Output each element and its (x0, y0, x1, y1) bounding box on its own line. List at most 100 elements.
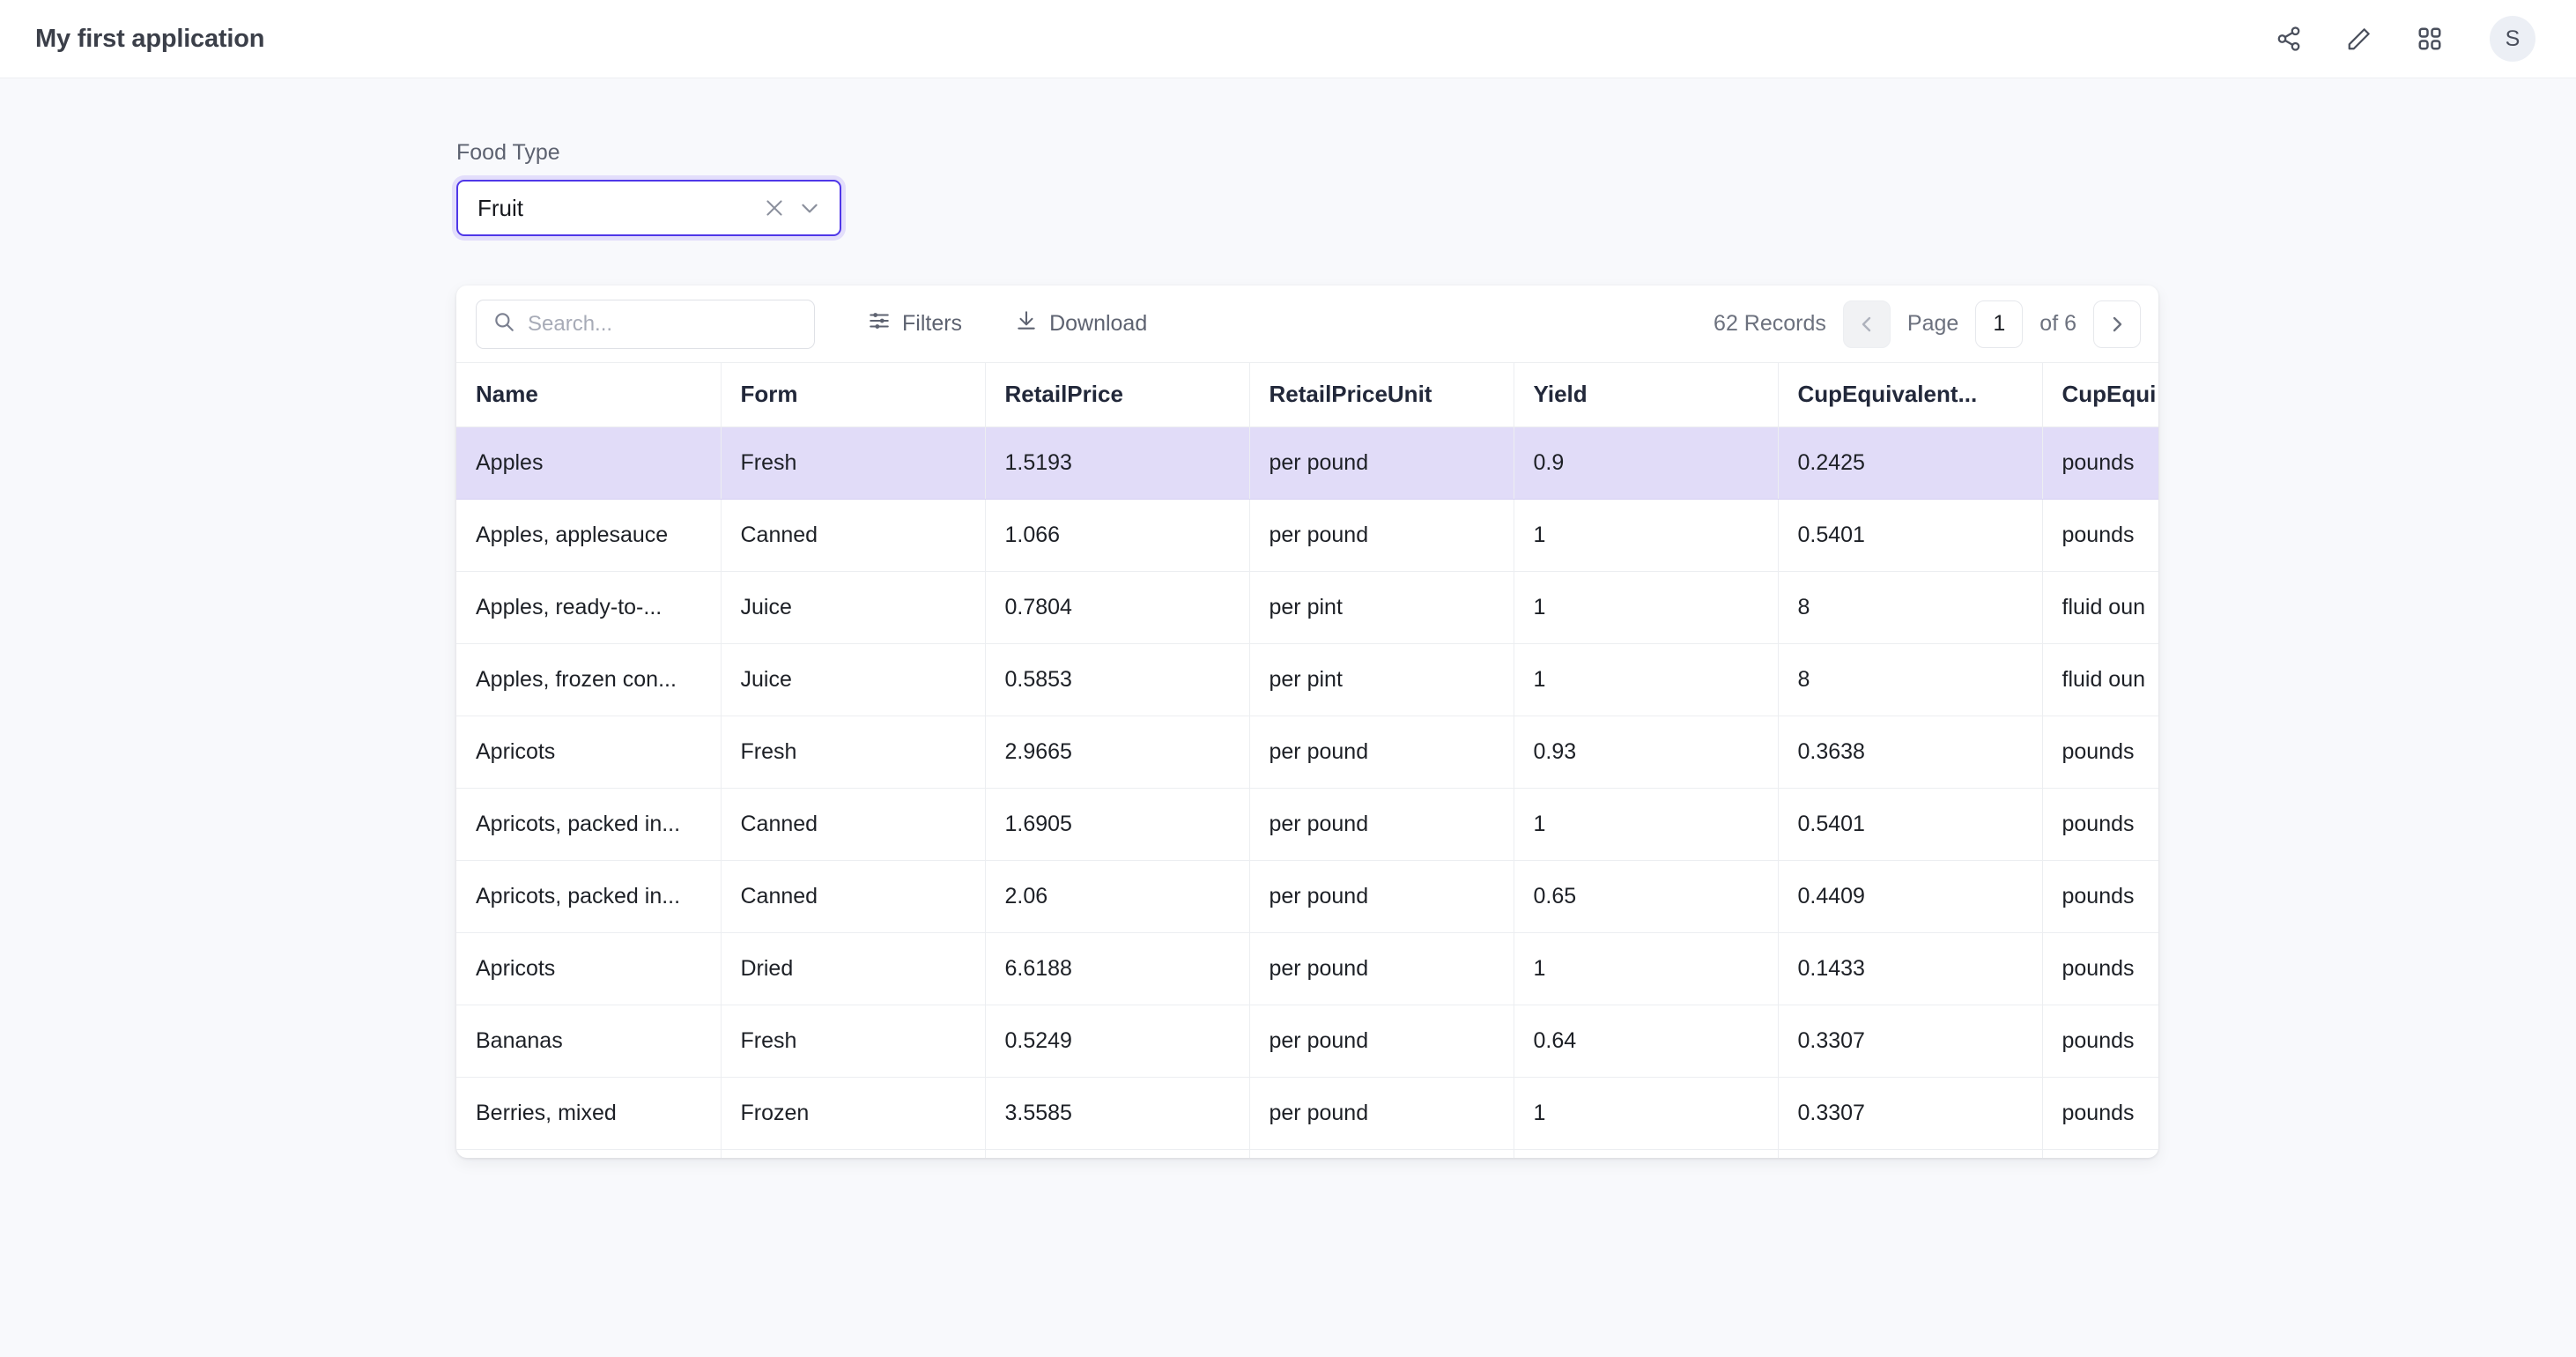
table-cell[interactable] (1778, 1149, 2043, 1158)
table-cell[interactable]: pounds (2042, 499, 2158, 572)
table-cell[interactable]: 6.6188 (985, 932, 1250, 1005)
table-cell[interactable]: 1 (1514, 499, 1779, 572)
table-cell[interactable] (2042, 1149, 2158, 1158)
table-cell[interactable]: pounds (2042, 788, 2158, 861)
table-cell[interactable]: Berries, mixed (456, 1077, 722, 1150)
next-page-button[interactable] (2093, 300, 2141, 348)
apps-grid-icon[interactable] (2412, 21, 2447, 56)
table-cell[interactable]: pounds (2042, 716, 2158, 789)
table-cell[interactable]: Bananas (456, 1005, 722, 1078)
table-row[interactable]: Apricots Dried 6.6188 per pound 1 0.1433 pound… (456, 932, 2158, 1005)
table-cell[interactable]: pounds (2042, 1077, 2158, 1150)
table-cell[interactable]: 0.5401 (1778, 788, 2043, 861)
table-cell[interactable]: 0.3307 (1778, 1005, 2043, 1078)
table-row[interactable] (456, 1149, 2158, 1158)
column-header[interactable]: CupEqui (2042, 363, 2158, 427)
table-row[interactable]: Apricots, packed in... Canned 2.06 per poun… (456, 860, 2158, 933)
table-cell[interactable]: 0.5853 (985, 643, 1250, 716)
table-cell[interactable]: 0.93 (1514, 716, 1779, 789)
table-cell[interactable]: 0.65 (1514, 860, 1779, 933)
table-cell[interactable]: Apricots (456, 932, 722, 1005)
table-cell[interactable]: 1 (1514, 571, 1779, 644)
edit-pencil-icon[interactable] (2342, 21, 2377, 56)
table-cell[interactable]: per pound (1249, 932, 1514, 1005)
table-cell[interactable]: per pint (1249, 643, 1514, 716)
table-cell[interactable]: 8 (1778, 643, 2043, 716)
table-cell[interactable]: 0.5401 (1778, 499, 2043, 572)
table-cell[interactable]: Apricots (456, 716, 722, 789)
table-cell[interactable]: Frozen (721, 1077, 986, 1150)
table-cell[interactable] (1514, 1149, 1779, 1158)
table-cell[interactable]: 1.6905 (985, 788, 1250, 861)
table-cell[interactable]: 8 (1778, 571, 2043, 644)
table-cell[interactable]: per pound (1249, 1077, 1514, 1150)
column-header[interactable]: CupEquivalent... (1778, 363, 2043, 427)
table-cell[interactable]: Fresh (721, 716, 986, 789)
table-cell[interactable]: per pint (1249, 571, 1514, 644)
table-cell[interactable]: per pound (1249, 426, 1514, 500)
table-cell[interactable] (985, 1149, 1250, 1158)
table-cell[interactable]: 0.3638 (1778, 716, 2043, 789)
table-cell[interactable]: per pound (1249, 499, 1514, 572)
table-cell[interactable]: Apples (456, 426, 722, 500)
column-header[interactable]: RetailPrice (985, 363, 1250, 427)
table-row[interactable]: Bananas Fresh 0.5249 per pound 0.64 0.3307 pou… (456, 1005, 2158, 1078)
table-row[interactable]: Apples, ready-to-... Juice 0.7804 per pint 1… (456, 571, 2158, 644)
table-cell[interactable]: 0.4409 (1778, 860, 2043, 933)
table-row[interactable]: Apples Fresh 1.5193 per pound 0.9 0.2425 pound… (456, 426, 2158, 500)
table-cell[interactable]: pounds (2042, 1005, 2158, 1078)
table-cell[interactable]: Fresh (721, 426, 986, 500)
food-type-select[interactable]: Fruit (456, 180, 841, 236)
avatar[interactable]: S (2490, 16, 2535, 62)
chevron-down-icon[interactable] (792, 190, 827, 226)
table-cell[interactable]: 2.06 (985, 860, 1250, 933)
table-cell[interactable]: 0.3307 (1778, 1077, 2043, 1150)
table-cell[interactable]: per pound (1249, 860, 1514, 933)
table-cell[interactable]: Juice (721, 571, 986, 644)
table-cell[interactable]: pounds (2042, 932, 2158, 1005)
column-header[interactable]: Yield (1514, 363, 1779, 427)
table-cell[interactable]: 0.7804 (985, 571, 1250, 644)
table-row[interactable]: Apricots Fresh 2.9665 per pound 0.93 0.3638 po… (456, 716, 2158, 789)
share-icon[interactable] (2271, 21, 2306, 56)
table-cell[interactable]: fluid oun (2042, 571, 2158, 644)
table-cell[interactable]: 1 (1514, 788, 1779, 861)
table-cell[interactable]: 0.5249 (985, 1005, 1250, 1078)
table-cell[interactable]: fluid oun (2042, 643, 2158, 716)
table-cell[interactable] (721, 1149, 986, 1158)
table-cell[interactable]: per pound (1249, 716, 1514, 789)
table-cell[interactable] (456, 1149, 722, 1158)
table-cell[interactable]: Apples, applesauce (456, 499, 722, 572)
table-cell[interactable]: per pound (1249, 1005, 1514, 1078)
table-cell[interactable]: 1.5193 (985, 426, 1250, 500)
table-cell[interactable]: per pound (1249, 788, 1514, 861)
table-cell[interactable]: Juice (721, 643, 986, 716)
table-cell[interactable]: Fresh (721, 1005, 986, 1078)
table-cell[interactable]: Canned (721, 499, 986, 572)
table-cell[interactable]: Apples, frozen con... (456, 643, 722, 716)
table-cell[interactable]: Apricots, packed in... (456, 788, 722, 861)
table-cell[interactable]: 1 (1514, 932, 1779, 1005)
table-row[interactable]: Berries, mixed Frozen 3.5585 per pound 1 0.33… (456, 1077, 2158, 1150)
table-cell[interactable]: Canned (721, 788, 986, 861)
table-cell[interactable]: 2.9665 (985, 716, 1250, 789)
prev-page-button[interactable] (1842, 300, 1891, 348)
table-cell[interactable]: 0.1433 (1778, 932, 2043, 1005)
table-cell[interactable]: Apples, ready-to-... (456, 571, 722, 644)
search-box[interactable] (476, 299, 815, 349)
table-cell[interactable]: 0.64 (1514, 1005, 1779, 1078)
table-cell[interactable]: Canned (721, 860, 986, 933)
close-icon[interactable] (757, 190, 792, 226)
table-row[interactable]: Apricots, packed in... Canned 1.6905 per po… (456, 788, 2158, 861)
download-button[interactable]: Download (1015, 309, 1147, 338)
column-header[interactable]: Form (721, 363, 986, 427)
column-header[interactable]: RetailPriceUnit (1249, 363, 1514, 427)
table-cell[interactable]: 1 (1514, 643, 1779, 716)
table-cell[interactable]: 1 (1514, 1077, 1779, 1150)
table-cell[interactable] (1249, 1149, 1514, 1158)
table-cell[interactable]: 0.9 (1514, 426, 1779, 500)
table-cell[interactable]: 1.066 (985, 499, 1250, 572)
table-row[interactable]: Apples, applesauce Canned 1.066 per pound 1 0… (456, 499, 2158, 572)
filters-button[interactable]: Filters (868, 309, 962, 338)
table-cell[interactable]: pounds (2042, 426, 2158, 500)
